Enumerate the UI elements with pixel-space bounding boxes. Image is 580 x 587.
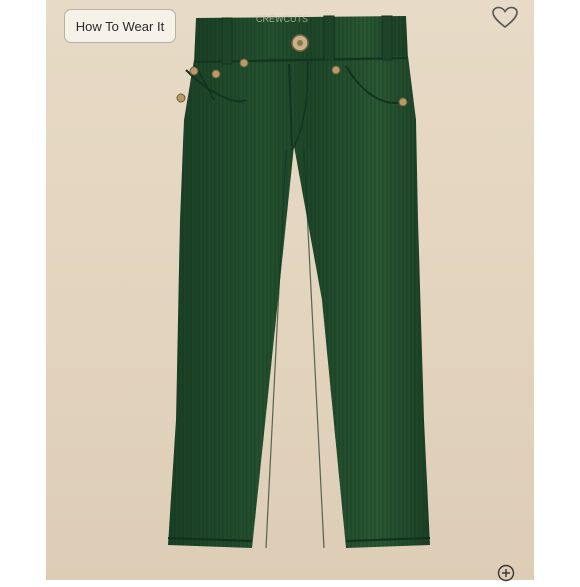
brand-tag: CREWCUTS [256,14,308,24]
rivet [211,69,221,79]
rivet [398,97,408,107]
rivet [176,93,186,103]
rivet [189,66,199,76]
how-to-wear-it-button[interactable]: How To Wear It [64,9,176,43]
product-photo[interactable]: CREWCUTS [46,0,534,580]
pants-illustration: CREWCUTS [167,14,431,549]
rivet [331,65,341,75]
product-image-viewer: CREWCUTS How To Wear It [0,0,580,582]
zoom-in-icon[interactable] [497,564,515,582]
rivet [239,58,249,68]
heart-outline-icon[interactable] [492,6,518,30]
